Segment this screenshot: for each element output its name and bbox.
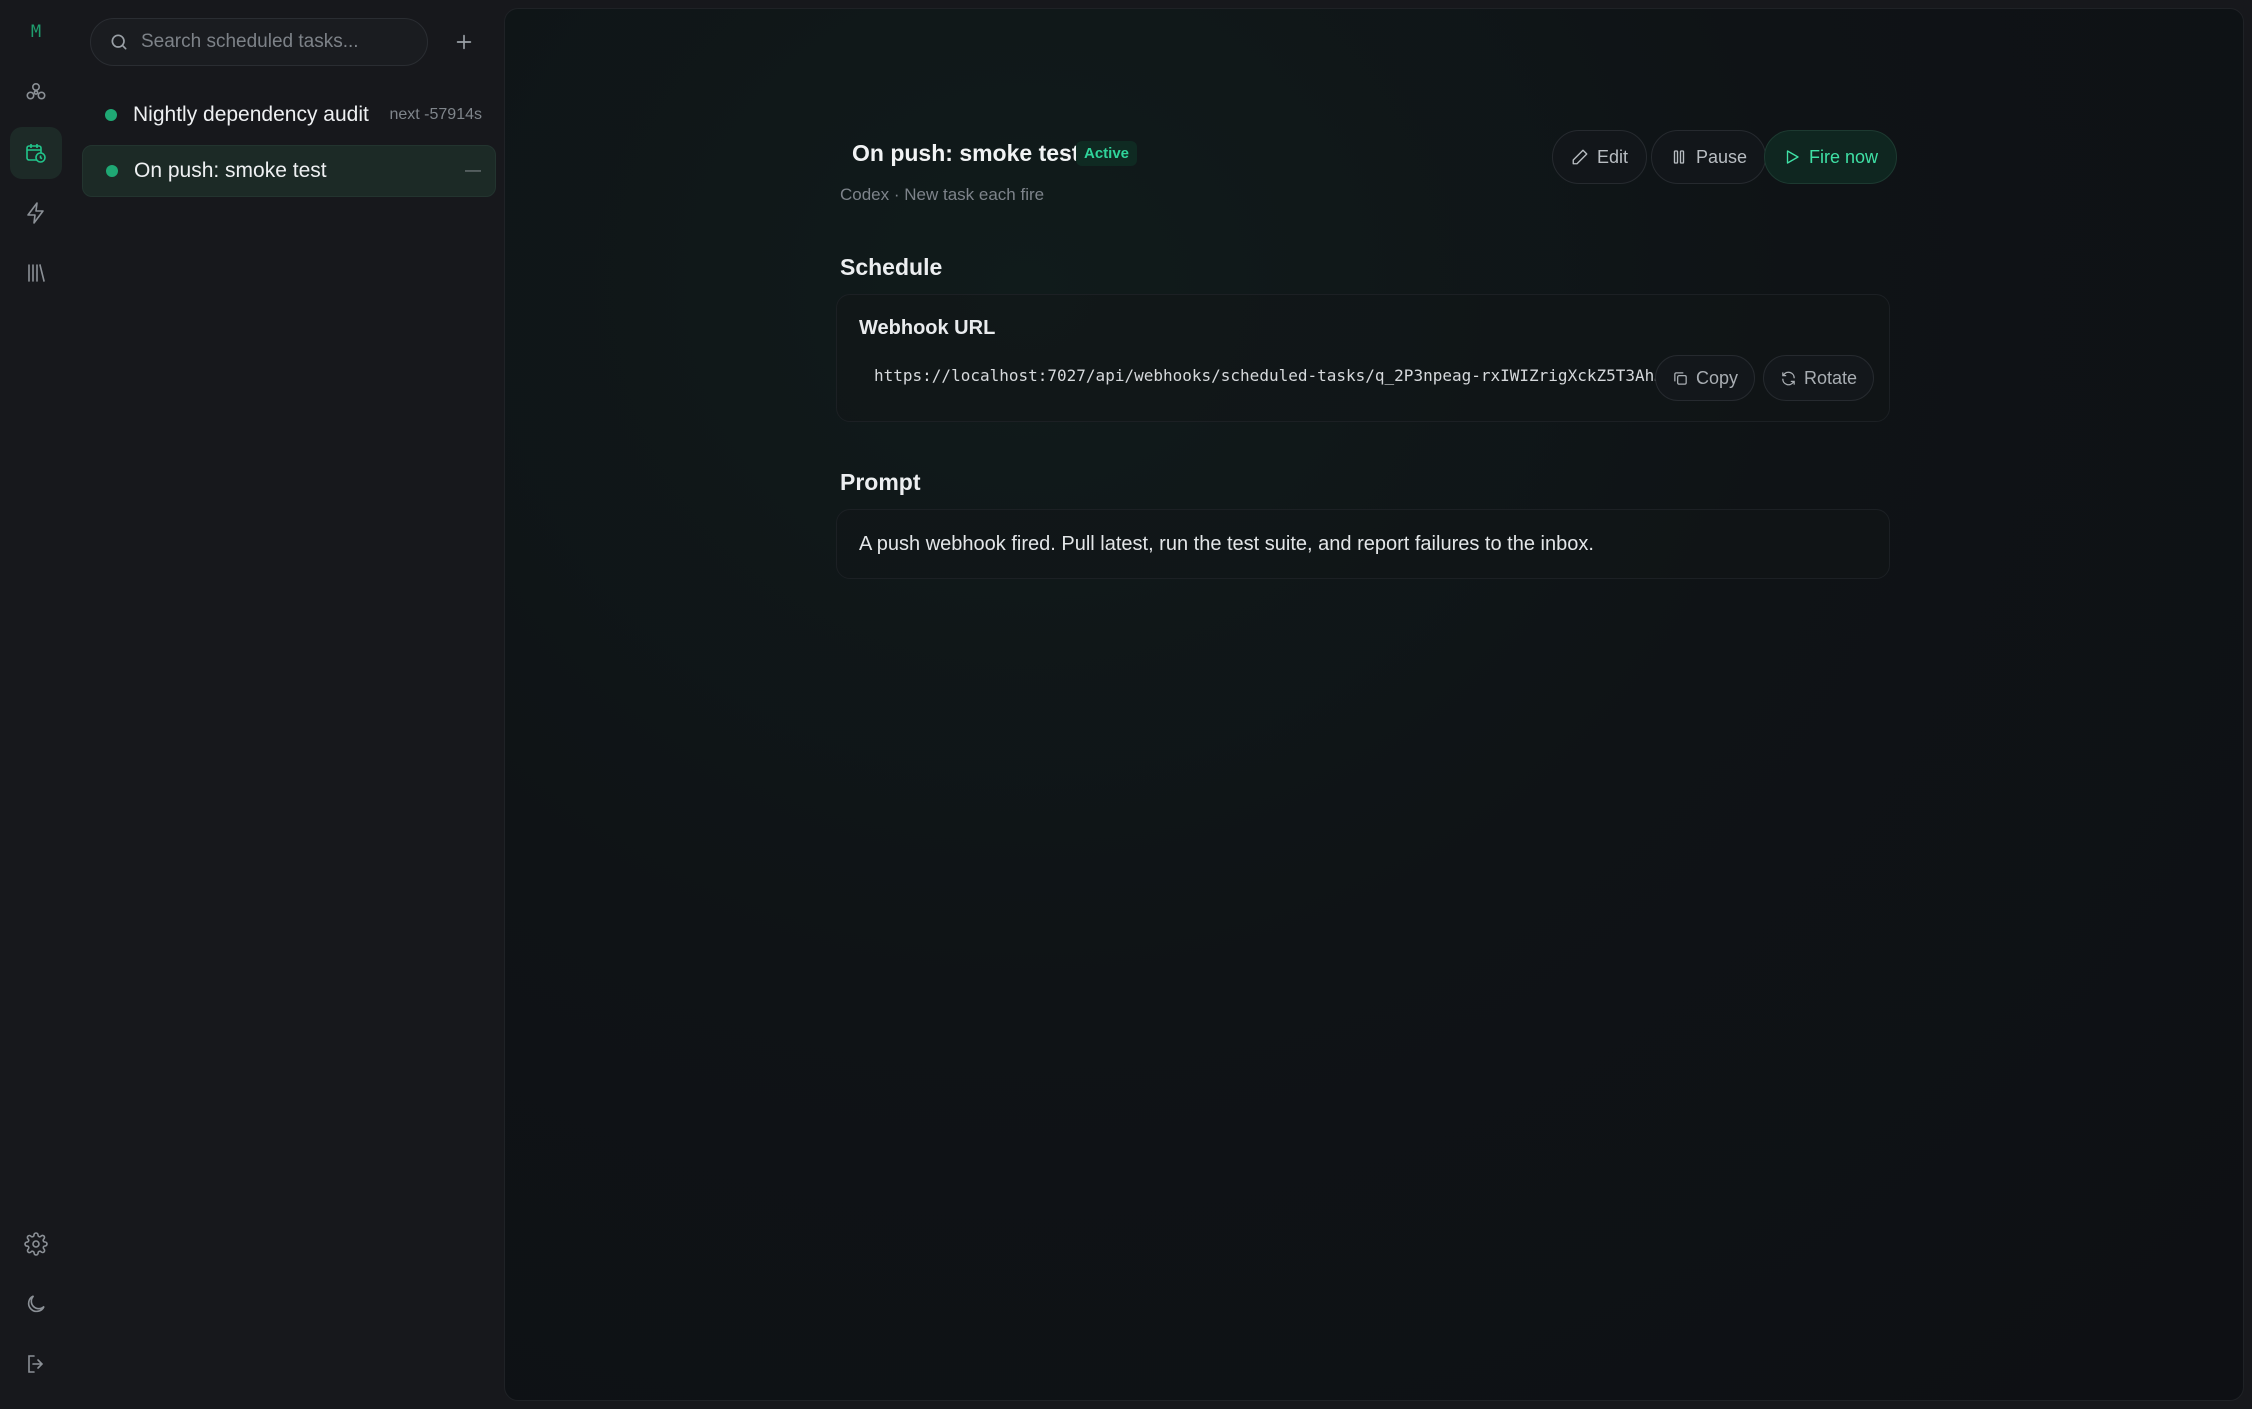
task-next-run: next -57914s: [389, 106, 482, 123]
calendar-clock-icon: [26, 144, 46, 163]
rail-logout-button[interactable]: [10, 1338, 62, 1390]
task-name: Nightly dependency audit: [133, 103, 369, 126]
copy-button-label: Copy: [1696, 367, 1739, 388]
webhook-url-label: Webhook URL: [859, 317, 996, 339]
page-title: On push: smoke test: [852, 140, 1080, 166]
rail-settings-button[interactable]: [10, 1218, 62, 1270]
app-logo[interactable]: M: [0, 22, 72, 42]
pencil-icon: [1572, 149, 1588, 165]
refresh-icon: [1782, 371, 1795, 385]
search-box: [90, 18, 428, 66]
status-dot: [105, 109, 117, 121]
fire-now-button[interactable]: Fire now: [1764, 130, 1898, 184]
add-task-button[interactable]: [444, 22, 484, 62]
task-list-panel: Nightly dependency audit next -57914s On…: [72, 0, 504, 1409]
rotate-button[interactable]: Rotate: [1763, 355, 1875, 401]
rail-scheduled-button[interactable]: [10, 127, 62, 179]
search-input[interactable]: [141, 31, 411, 53]
prompt-text: A push webhook fired. Pull latest, run t…: [859, 533, 1594, 555]
edit-button-label: Edit: [1597, 146, 1629, 167]
webhook-url-value[interactable]: https://localhost:7027/api/webhooks/sche…: [874, 366, 1664, 385]
pause-button-label: Pause: [1696, 146, 1748, 167]
rail-library-button[interactable]: [10, 247, 62, 299]
rail-theme-button[interactable]: [10, 1278, 62, 1330]
moon-icon: [27, 1295, 45, 1313]
task-name: On push: smoke test: [134, 159, 327, 182]
bolt-icon: [27, 202, 44, 224]
webhook-card: Webhook URL https://localhost:7027/api/w…: [836, 294, 1890, 422]
fire-now-button-label: Fire now: [1809, 146, 1879, 167]
task-detail-pane: On push: smoke test Active Codex · New t…: [504, 8, 2244, 1401]
prompt-heading: Prompt: [840, 469, 921, 495]
prompt-card: A push webhook fired. Pull latest, run t…: [836, 509, 1890, 579]
schedule-heading: Schedule: [840, 254, 943, 280]
play-icon: [1786, 150, 1799, 164]
gear-icon: [24, 1232, 48, 1256]
status-badge: Active: [1076, 141, 1138, 166]
task-list-item[interactable]: Nightly dependency audit next -57914s: [82, 89, 496, 141]
icon-rail: M: [0, 0, 72, 1409]
logout-icon: [28, 1355, 44, 1373]
status-dot: [106, 165, 118, 177]
search-icon: [111, 34, 127, 50]
library-icon: [28, 264, 45, 282]
rail-agents-button[interactable]: [10, 66, 62, 118]
task-list-item-selected[interactable]: On push: smoke test —: [82, 145, 496, 197]
task-detail-content: On push: smoke test Active Codex · New t…: [836, 9, 1900, 709]
pause-icon: [1673, 150, 1685, 164]
task-subtitle: Codex · New task each fire: [840, 185, 1045, 204]
rotate-button-label: Rotate: [1804, 367, 1858, 388]
rail-triggers-button[interactable]: [10, 187, 62, 239]
pause-button[interactable]: Pause: [1651, 130, 1767, 184]
agents-icon: [26, 82, 46, 100]
copy-icon: [1674, 371, 1687, 385]
plus-icon: [456, 34, 472, 50]
edit-button[interactable]: Edit: [1552, 130, 1648, 184]
copy-button[interactable]: Copy: [1655, 355, 1756, 401]
app-root: M Search scheduled tasks... Nightly depe…: [0, 0, 2252, 1409]
task-next-run: —: [465, 162, 481, 179]
